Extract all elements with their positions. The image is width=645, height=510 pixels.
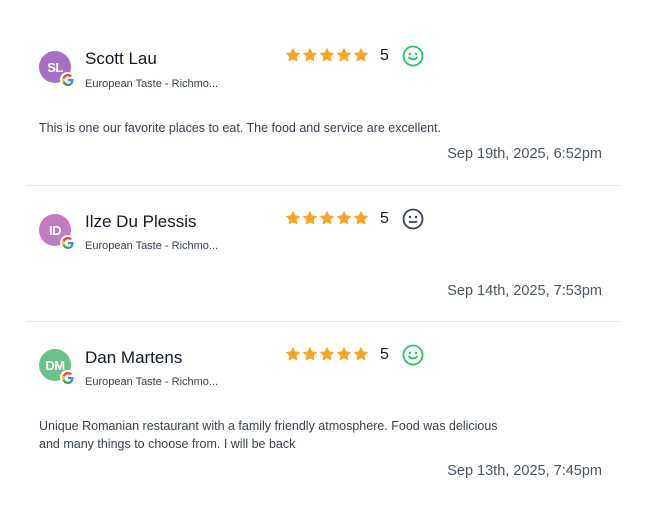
- avatar: DM: [39, 349, 75, 385]
- star-icon: [319, 346, 335, 361]
- review-card: ID Ilze Du Plessis European Taste - Rich…: [0, 187, 645, 322]
- avatar-initials: DM: [45, 357, 65, 373]
- review-source: European Taste - Richmo...: [85, 376, 219, 388]
- avatar-initials: ID: [49, 222, 62, 238]
- review-source: European Taste - Richmo...: [85, 240, 219, 252]
- star-icon: [319, 47, 335, 62]
- star-icon: [302, 47, 318, 62]
- star-icon: [353, 346, 369, 361]
- avatar: ID: [39, 214, 75, 250]
- divider: [26, 185, 620, 186]
- star-icon: [285, 210, 301, 225]
- google-icon: [60, 370, 75, 385]
- rating-value: 5: [380, 210, 389, 227]
- avatar: SL: [39, 51, 75, 87]
- review-date: Sep 14th, 2025, 7:53pm: [447, 283, 602, 299]
- google-icon: [60, 72, 75, 87]
- review-card: SL Scott Lau European Taste - Richmo... …: [0, 0, 645, 186]
- star-icon: [285, 47, 301, 62]
- reviewer-name: Dan Martens: [85, 348, 183, 367]
- rating-value: 5: [380, 346, 389, 363]
- review-date: Sep 13th, 2025, 7:45pm: [447, 463, 602, 479]
- star-icon: [319, 210, 335, 225]
- review-card: DM Dan Martens European Taste - Richmo..…: [0, 323, 645, 510]
- review-date: Sep 19th, 2025, 6:52pm: [447, 146, 602, 162]
- star-icon: [336, 346, 352, 361]
- review-text: This is one our favorite places to eat. …: [39, 121, 442, 135]
- neutral-face-icon: [402, 208, 424, 230]
- reviewer-name: Ilze Du Plessis: [85, 212, 197, 231]
- star-icon: [336, 210, 352, 225]
- star-icon: [285, 346, 301, 361]
- review-source: European Taste - Richmo...: [85, 78, 219, 90]
- star-rating: [285, 346, 369, 362]
- happy-face-icon: [402, 45, 424, 67]
- star-icon: [302, 210, 318, 225]
- review-text: Unique Romanian restaurant with a family…: [39, 419, 498, 451]
- star-icon: [336, 47, 352, 62]
- star-icon: [353, 210, 369, 225]
- divider: [26, 321, 620, 322]
- reviewer-name: Scott Lau: [85, 49, 157, 68]
- avatar-initials: SL: [47, 59, 63, 75]
- star-icon: [353, 47, 369, 62]
- happy-face-icon: [402, 344, 424, 366]
- rating-value: 5: [380, 47, 389, 64]
- google-icon: [60, 235, 75, 250]
- star-icon: [302, 346, 318, 361]
- review-list: SL Scott Lau European Taste - Richmo... …: [0, 0, 645, 510]
- star-rating: [285, 210, 369, 226]
- star-rating: [285, 47, 369, 63]
